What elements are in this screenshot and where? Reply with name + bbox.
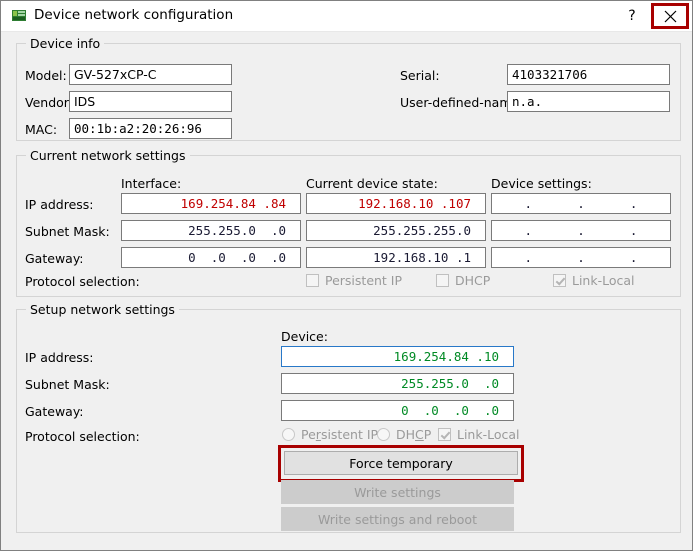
setup-ip-address-field[interactable]: 169.254.84 .10 bbox=[281, 346, 514, 367]
current-persistent-ip-label: Persistent IP bbox=[325, 273, 403, 288]
radio-icon-unselected bbox=[377, 428, 390, 441]
current-persistent-ip-checkbox: Persistent IP bbox=[306, 273, 402, 288]
setup-link-local-checkbox[interactable]: Link-Local bbox=[438, 427, 520, 442]
current-device-state-subnet-field[interactable]: 255.255.255.0 bbox=[306, 220, 486, 241]
setup-dhcp-radio[interactable]: DHCP bbox=[377, 427, 431, 442]
user-defined-name-label: User-defined-name: bbox=[400, 95, 524, 110]
device-info-title: Device info bbox=[26, 36, 105, 51]
setup-network-settings-title: Setup network settings bbox=[26, 302, 179, 317]
model-field[interactable]: GV-527xCP-C bbox=[69, 64, 232, 85]
setup-link-local-label: Link-Local bbox=[457, 427, 520, 442]
device-network-configuration-window: Device network configuration ? Device in… bbox=[0, 0, 693, 551]
setup-protocol-selection-label: Protocol selection: bbox=[25, 429, 140, 444]
column-header-device-state: Current device state: bbox=[306, 176, 438, 191]
serial-label: Serial: bbox=[400, 68, 440, 83]
write-settings-button[interactable]: Write settings bbox=[281, 480, 514, 504]
current-interface-subnet-field[interactable]: 255.255.0 .0 bbox=[121, 220, 301, 241]
current-interface-ip-field[interactable]: 169.254.84 .84 bbox=[121, 193, 301, 214]
setup-gateway-label: Gateway: bbox=[25, 404, 84, 419]
write-settings-and-reboot-button[interactable]: Write settings and reboot bbox=[281, 507, 514, 531]
setup-ip-address-label: IP address: bbox=[25, 350, 94, 365]
force-temporary-button[interactable]: Force temporary bbox=[284, 451, 518, 475]
window-title: Device network configuration bbox=[34, 7, 234, 23]
current-link-local-label: Link-Local bbox=[572, 273, 635, 288]
checkbox-icon-unchecked bbox=[306, 274, 319, 287]
current-protocol-selection-label: Protocol selection: bbox=[25, 274, 140, 289]
current-device-state-gateway-field[interactable]: 192.168.10 .1 bbox=[306, 247, 486, 268]
title-bar: Device network configuration ? bbox=[1, 1, 692, 32]
checkbox-icon-unchecked bbox=[436, 274, 449, 287]
close-icon bbox=[664, 10, 676, 22]
current-device-state-ip-field[interactable]: 192.168.10 .107 bbox=[306, 193, 486, 214]
setup-subnet-mask-field[interactable]: 255.255.0 .0 bbox=[281, 373, 514, 394]
user-defined-name-field[interactable]: n.a. bbox=[507, 91, 670, 112]
checkbox-icon-checked bbox=[438, 428, 451, 441]
vendor-field[interactable]: IDS bbox=[69, 91, 232, 112]
current-device-settings-gateway-field[interactable]: . . . bbox=[491, 247, 671, 268]
network-card-icon bbox=[12, 10, 26, 21]
current-device-settings-ip-field[interactable]: . . . bbox=[491, 193, 671, 214]
current-link-local-checkbox: Link-Local bbox=[553, 273, 635, 288]
mac-field[interactable]: 00:1b:a2:20:26:96 bbox=[69, 118, 232, 139]
column-header-interface: Interface: bbox=[121, 176, 182, 191]
setup-dhcp-label: DHCP bbox=[396, 427, 432, 442]
setup-gateway-field[interactable]: 0 .0 .0 .0 bbox=[281, 400, 514, 421]
current-network-settings-title: Current network settings bbox=[26, 148, 190, 163]
current-interface-gateway-field[interactable]: 0 .0 .0 .0 bbox=[121, 247, 301, 268]
current-gateway-label: Gateway: bbox=[25, 251, 84, 266]
column-header-device-settings: Device settings: bbox=[491, 176, 592, 191]
current-dhcp-checkbox: DHCP bbox=[436, 273, 490, 288]
setup-subnet-mask-label: Subnet Mask: bbox=[25, 377, 110, 392]
checkbox-icon-checked bbox=[553, 274, 566, 287]
setup-column-header-device: Device: bbox=[281, 329, 328, 344]
setup-persistent-ip-label: Persistent IP bbox=[301, 427, 379, 442]
setup-persistent-ip-radio[interactable]: Persistent IP bbox=[282, 427, 378, 442]
current-ip-address-label: IP address: bbox=[25, 197, 94, 212]
radio-icon-unselected bbox=[282, 428, 295, 441]
current-subnet-mask-label: Subnet Mask: bbox=[25, 224, 110, 239]
model-label: Model: bbox=[25, 68, 67, 83]
serial-field[interactable]: 4103321706 bbox=[507, 64, 670, 85]
help-button[interactable]: ? bbox=[609, 1, 655, 30]
current-device-settings-subnet-field[interactable]: . . . bbox=[491, 220, 671, 241]
vendor-label: Vendor: bbox=[25, 95, 73, 110]
mac-label: MAC: bbox=[25, 122, 58, 137]
current-dhcp-label: DHCP bbox=[455, 273, 491, 288]
close-button[interactable] bbox=[654, 6, 686, 26]
